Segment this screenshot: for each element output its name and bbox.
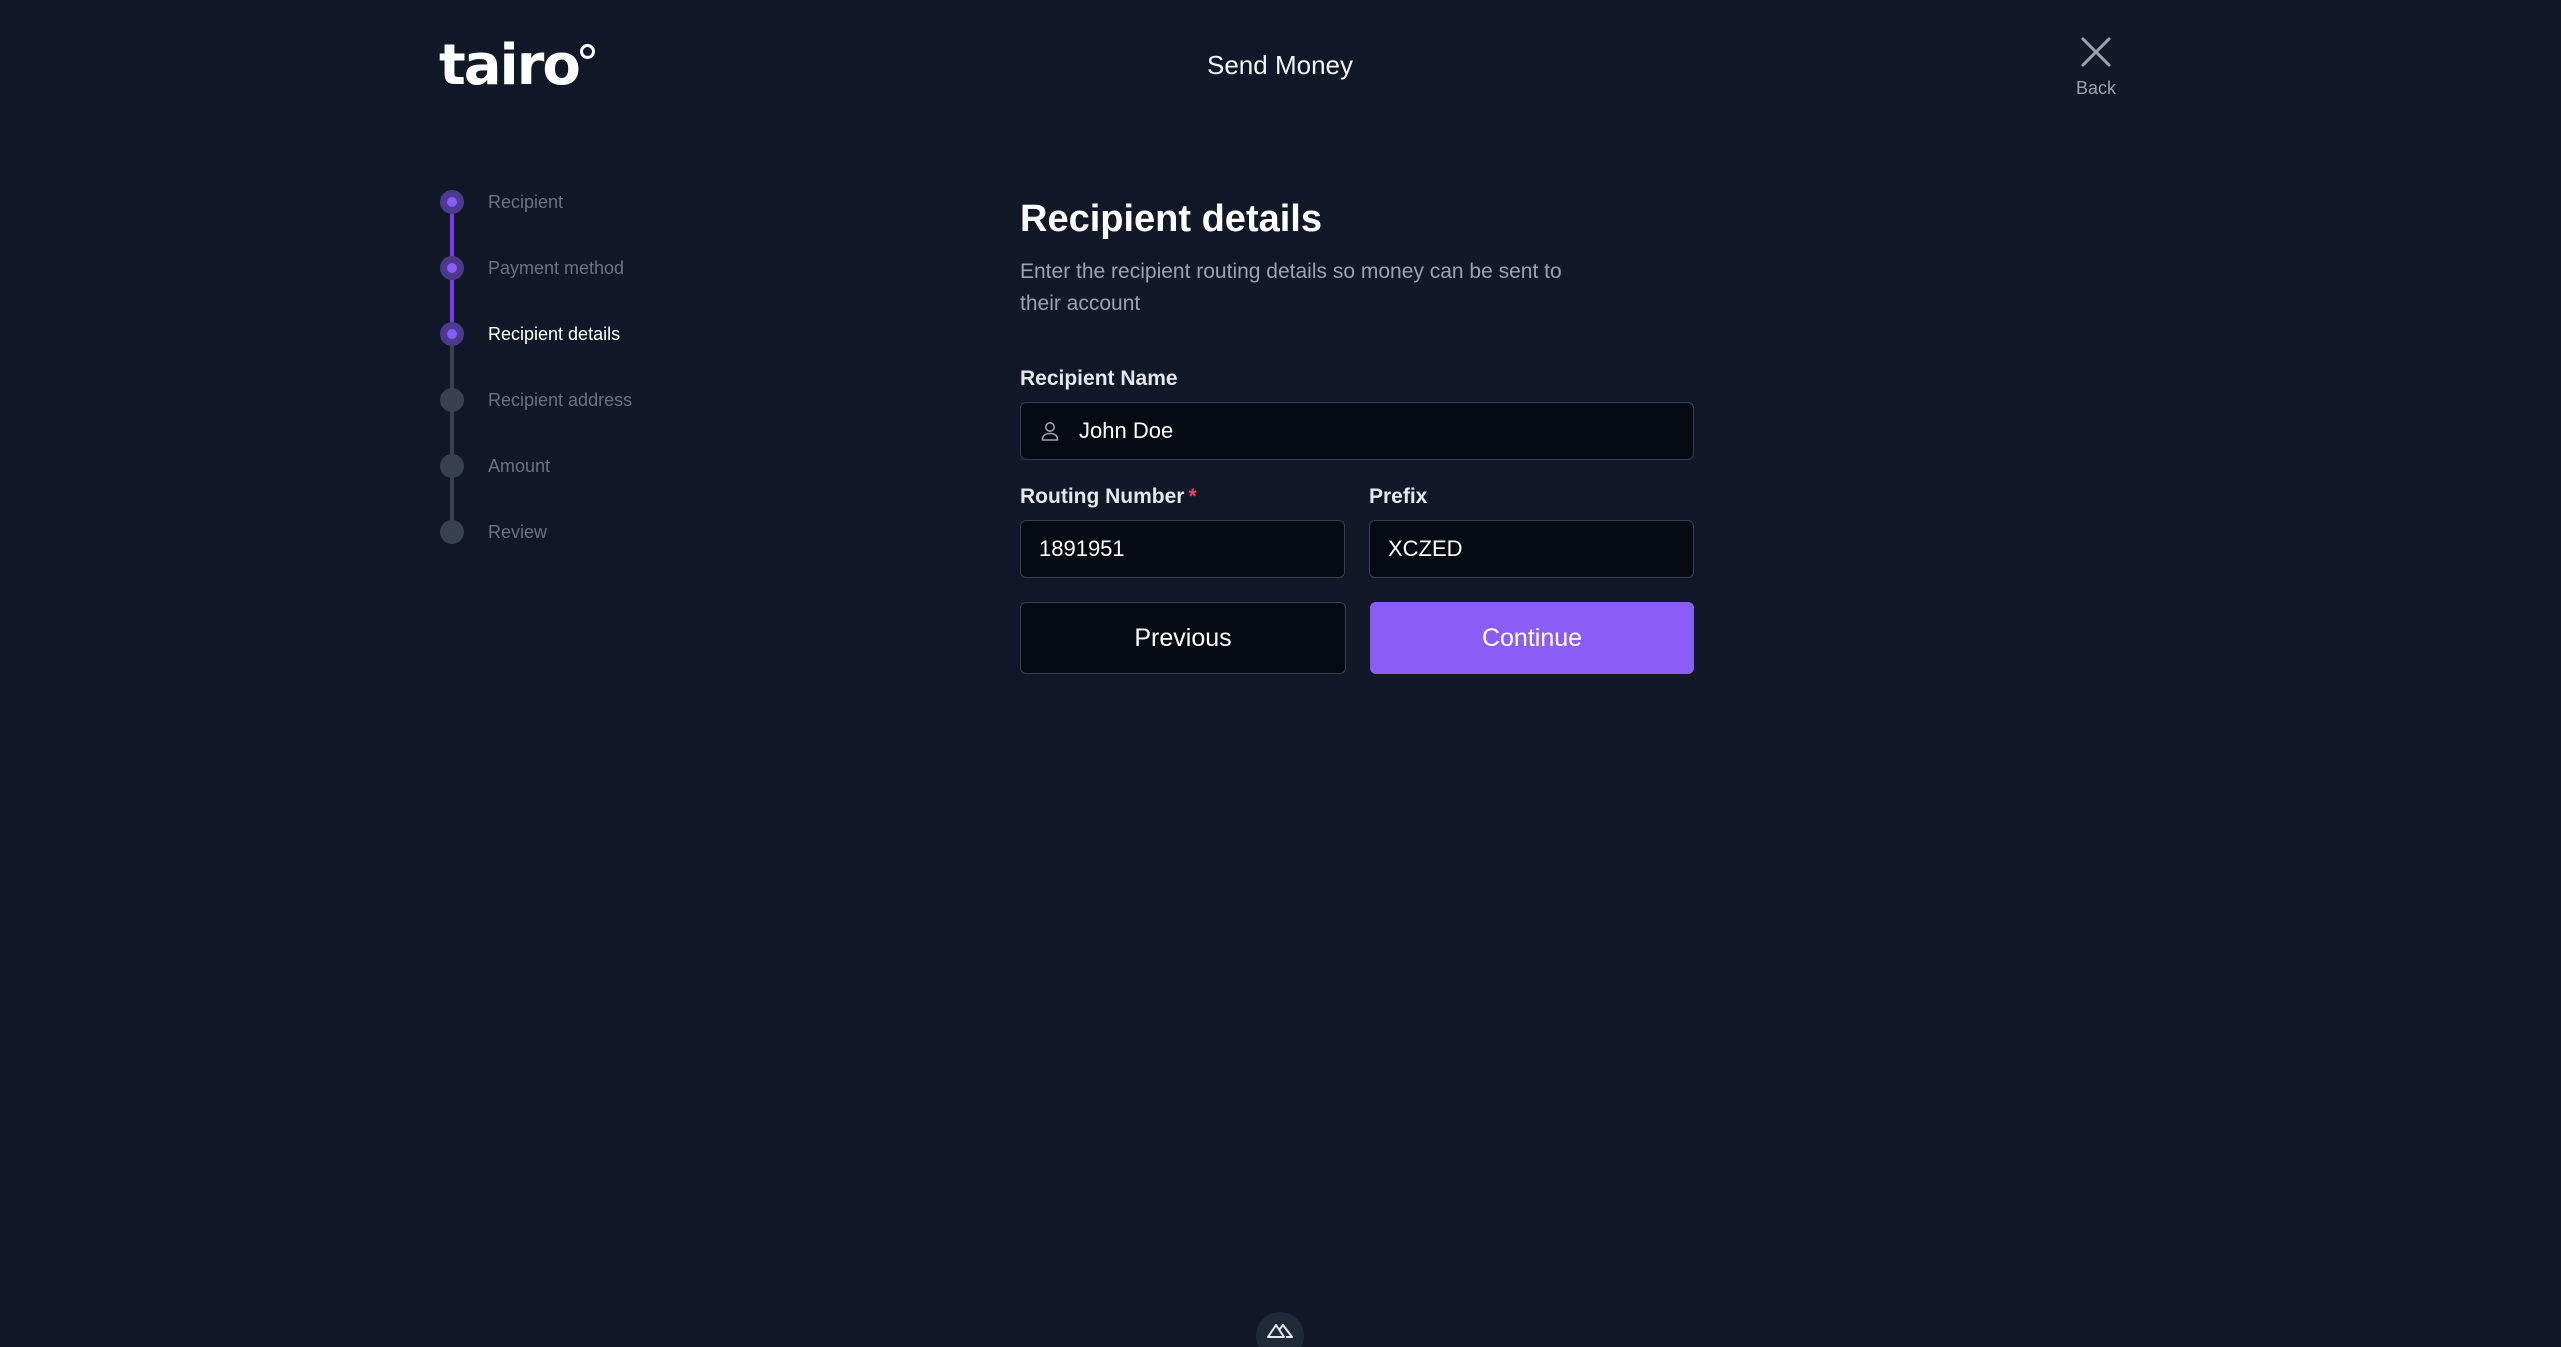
step-label: Recipient details	[488, 324, 621, 344]
step-connector	[450, 278, 454, 324]
step-connector	[450, 212, 454, 258]
step-pending-icon	[440, 520, 464, 544]
prefix-value: XCZED	[1388, 536, 1463, 561]
step-recipient-address[interactable]: Recipient address	[440, 388, 740, 456]
form-actions: Previous Continue	[1020, 602, 1694, 674]
prefix-group: Prefix XCZED	[1369, 484, 1694, 578]
step-label: Review	[488, 522, 548, 542]
recipient-name-value: John Doe	[1079, 418, 1174, 443]
step-amount[interactable]: Amount	[440, 454, 740, 522]
prefix-input[interactable]: XCZED	[1369, 520, 1694, 578]
form-title: Recipient details	[1020, 198, 1322, 240]
step-payment-method[interactable]: Payment method	[440, 256, 740, 324]
step-recipient-details[interactable]: Recipient details	[440, 322, 740, 390]
step-label: Recipient	[488, 192, 564, 212]
step-review[interactable]: Review	[440, 520, 740, 586]
nuxt-devtools-button[interactable]	[1256, 1312, 1304, 1347]
step-current-icon	[440, 322, 464, 346]
previous-button[interactable]: Previous	[1020, 602, 1346, 674]
routing-number-group: Routing Number * 1891951	[1020, 484, 1345, 578]
progress-stepper: Recipient Payment method Recipient detai…	[440, 190, 740, 586]
step-label: Amount	[488, 456, 551, 476]
user-icon	[1041, 422, 1059, 441]
routing-number-label-text: Routing Number	[1020, 485, 1185, 508]
required-asterisk: *	[1188, 485, 1197, 508]
recipient-name-group: Recipient Name John Doe	[1020, 366, 1694, 460]
continue-button[interactable]: Continue	[1370, 602, 1694, 674]
step-connector	[450, 476, 454, 522]
logo-text: tairo	[439, 33, 581, 98]
back-label: Back	[2075, 78, 2117, 98]
mountain-logo-icon	[1267, 1324, 1293, 1338]
step-connector	[450, 344, 454, 390]
step-label: Payment method	[488, 258, 625, 278]
prefix-label: Prefix	[1369, 485, 1428, 508]
step-connector	[450, 410, 454, 456]
back-button[interactable]: Back	[2060, 34, 2132, 99]
routing-number-input[interactable]: 1891951	[1020, 520, 1345, 578]
send-money-page: tairo Send Money Back Recipient Payment …	[0, 0, 2561, 1347]
step-done-icon	[440, 256, 464, 280]
page-header-title: Send Money	[1207, 50, 1353, 80]
step-label: Recipient address	[488, 390, 633, 410]
step-done-icon	[440, 190, 464, 214]
recipient-name-input[interactable]: John Doe	[1020, 402, 1694, 460]
step-pending-icon	[440, 388, 464, 412]
routing-number-value: 1891951	[1039, 536, 1125, 561]
recipient-name-label: Recipient Name	[1020, 367, 1178, 390]
step-recipient[interactable]: Recipient	[440, 190, 740, 258]
routing-number-label: Routing Number *	[1020, 484, 1345, 510]
logo-ring-mark	[579, 44, 595, 59]
tairo-logo[interactable]: tairo	[439, 33, 595, 98]
step-pending-icon	[440, 454, 464, 478]
form-subtitle: Enter the recipient routing details so m…	[1020, 260, 1562, 315]
recipient-details-form: Recipient details Enter the recipient ro…	[1020, 196, 1694, 674]
close-icon	[2081, 37, 2111, 67]
routing-row: Routing Number * 1891951 Prefix XCZED	[1020, 484, 1694, 578]
